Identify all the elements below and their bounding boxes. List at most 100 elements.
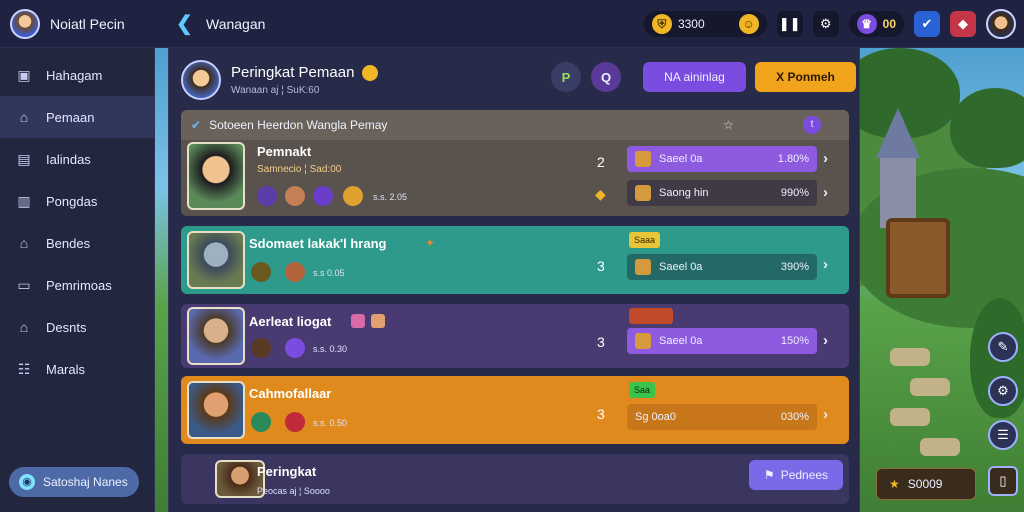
- settings-icon[interactable]: ⚙: [988, 376, 1018, 406]
- stat-bar[interactable]: Saeel 0a 390%: [627, 254, 817, 280]
- brand: ❮ Wanagan: [176, 13, 265, 35]
- player-name: Cahmofallaar: [249, 386, 332, 401]
- list-icon[interactable]: ☰: [988, 420, 1018, 450]
- sidebar-item-label: Pemaan: [46, 109, 95, 125]
- flag-icon: ⚑: [763, 468, 775, 482]
- shield-icon: ⛨: [651, 14, 672, 34]
- top-bar: Noiatl Pecin ❮ Wanagan ⛨ 3300 ☺ ❚❚ ⚙ ♛ 0…: [0, 0, 1024, 48]
- player-name: Sdomaet lakak'l hrang: [249, 236, 387, 251]
- user-profile[interactable]: Noiatl Pecin: [0, 8, 160, 39]
- footer-button[interactable]: ⚑ Pednees: [749, 460, 843, 490]
- player-name: Aerleat liogat: [249, 314, 332, 329]
- player-stat: s.s. 0.50: [313, 418, 348, 428]
- sidebar-item-label: Marals: [46, 361, 86, 377]
- sidebar-item-6[interactable]: ⌂ Desnts: [0, 306, 154, 348]
- gold-counter[interactable]: ⛨ 3300 ☺: [643, 11, 767, 37]
- sidebar: ▣ Hahagam ⌂ Pemaan ▤ Ialindas ▥ Pongdas …: [0, 48, 155, 512]
- sidebar-item-2[interactable]: ▤ Ialindas: [0, 138, 154, 180]
- hud-counter[interactable]: ♛ 00: [848, 11, 904, 37]
- sidebar-item-label: Ialindas: [46, 151, 91, 167]
- sidebar-item-1[interactable]: ⌂ Pemaan: [0, 96, 154, 138]
- diamond-icon: ◆: [595, 186, 606, 202]
- gem-icon: [371, 314, 385, 328]
- badge-icon: [251, 262, 271, 282]
- tag-badge: Saaa: [629, 232, 661, 248]
- gold-value: 3300: [677, 17, 705, 31]
- player-stat: s.s. 2.05: [373, 192, 408, 202]
- chevron-right-icon[interactable]: ›: [823, 150, 828, 167]
- sidebar-item-label: Desnts: [46, 319, 87, 335]
- stat-bar[interactable]: Saeel 0a 1.80%: [627, 146, 817, 172]
- gem-icon[interactable]: ◆: [950, 11, 976, 37]
- badge-icon: [251, 338, 271, 358]
- stat-bar[interactable]: Saeel 0a 150%: [627, 328, 817, 354]
- footer-title: Peringkat: [257, 464, 317, 479]
- rank-number: 3: [597, 406, 605, 422]
- badge-icon[interactable]: t: [803, 116, 821, 134]
- stat-value: 390%: [780, 261, 809, 273]
- bottom-value-box[interactable]: ★ S0009: [876, 468, 976, 500]
- home-icon: ⌂: [19, 319, 29, 335]
- stat-value: 030%: [780, 411, 809, 423]
- badge-icon: [343, 186, 363, 206]
- leaderboard-panel: Peringkat Pemaan Wanaan aj ¦ SuK:60 P Q …: [168, 48, 860, 512]
- stat-bar[interactable]: Sg 0oa0 030%: [627, 404, 817, 430]
- badge-icon: [285, 338, 305, 358]
- section-header-text: Sotoeen Heerdon Wangla Pemay: [209, 118, 388, 132]
- leaderboard-card-3[interactable]: Aerleat liogat s.s. 0.30 3 Saeel 0a 150%…: [181, 304, 849, 368]
- player-portrait: [187, 231, 245, 289]
- chevron-right-icon[interactable]: ›: [823, 184, 828, 201]
- sidebar-bottom-label: Satoshaj Nanes: [43, 475, 128, 489]
- sidebar-item-3[interactable]: ▥ Pongdas: [0, 180, 154, 222]
- chevron-right-icon[interactable]: ›: [823, 332, 828, 349]
- badge-icon: [257, 186, 277, 206]
- purple-action-button[interactable]: NA aininlag: [643, 62, 746, 92]
- item-icon: [635, 333, 651, 349]
- stat-bar[interactable]: Saong hin 990%: [627, 180, 817, 206]
- stat-label: Saeel 0a: [659, 261, 703, 273]
- rank-number: 2: [597, 154, 605, 170]
- orange-action-button[interactable]: X Ponmeh: [755, 62, 856, 92]
- sidebar-item-5[interactable]: ▭ Pemrimoas: [0, 264, 154, 306]
- home-icon: ⌂: [19, 109, 29, 125]
- check-icon[interactable]: ✔: [914, 11, 940, 37]
- badge-icon: [313, 186, 333, 206]
- sidebar-item-label: Pemrimoas: [46, 277, 112, 293]
- scroll-icon[interactable]: ▯: [988, 466, 1018, 496]
- building-icon: ▥: [17, 193, 31, 209]
- stat-value: 990%: [780, 187, 809, 199]
- leaderboard-card-1[interactable]: ✔ Sotoeen Heerdon Wangla Pemay ☆ t Pemna…: [181, 110, 849, 216]
- window-icon: ▭: [17, 277, 31, 293]
- tag-badge: Saa: [629, 382, 656, 398]
- chevron-right-icon[interactable]: ›: [823, 406, 828, 423]
- circle-button-q[interactable]: Q: [591, 62, 621, 92]
- stat-value: 150%: [780, 335, 809, 347]
- leaderboard-card-4[interactable]: Cahmofallaar s.s. 0.50 Saa 3 Sg 0oa0 030…: [181, 376, 849, 444]
- chevron-right-icon[interactable]: ›: [823, 256, 828, 273]
- sidebar-item-label: Pongdas: [46, 193, 98, 209]
- stat-label: Saong hin: [659, 187, 709, 199]
- gear-icon[interactable]: ⚙: [812, 11, 839, 37]
- sidebar-bottom-button[interactable]: ◉ Satoshaj Nanes: [9, 467, 139, 497]
- sidebar-item-0[interactable]: ▣ Hahagam: [0, 54, 154, 96]
- sidebar-item-label: Bendes: [46, 235, 91, 251]
- star-icon: ★: [889, 477, 900, 491]
- sidebar-item-4[interactable]: ⌂ Bendes: [0, 222, 154, 264]
- star-icon: ✦: [425, 236, 436, 250]
- chat-icon[interactable]: ✎: [988, 332, 1018, 362]
- player-avatar[interactable]: [986, 9, 1016, 39]
- circle-button-p[interactable]: P: [551, 62, 581, 92]
- book-icon: ▤: [17, 151, 31, 167]
- player-sub: Samnecio ¦ Sad:00: [257, 164, 342, 175]
- sidebar-item-7[interactable]: ☷ Marals: [0, 348, 154, 390]
- pause-button[interactable]: ❚❚: [776, 11, 803, 37]
- player-stat: s.s. 0.30: [313, 344, 348, 354]
- star-icon[interactable]: ☆: [723, 118, 734, 132]
- player-name: Pemnakt: [257, 144, 312, 159]
- panel-avatar: [181, 60, 221, 100]
- smile-coin-icon: ☺: [738, 14, 759, 34]
- item-icon: [635, 151, 651, 167]
- user-avatar[interactable]: [10, 8, 40, 39]
- leaderboard-card-2[interactable]: Sdomaet lakak'l hrang s.s 0.05 ✦ Saaa 3 …: [181, 226, 849, 294]
- badge-icon: [285, 262, 305, 282]
